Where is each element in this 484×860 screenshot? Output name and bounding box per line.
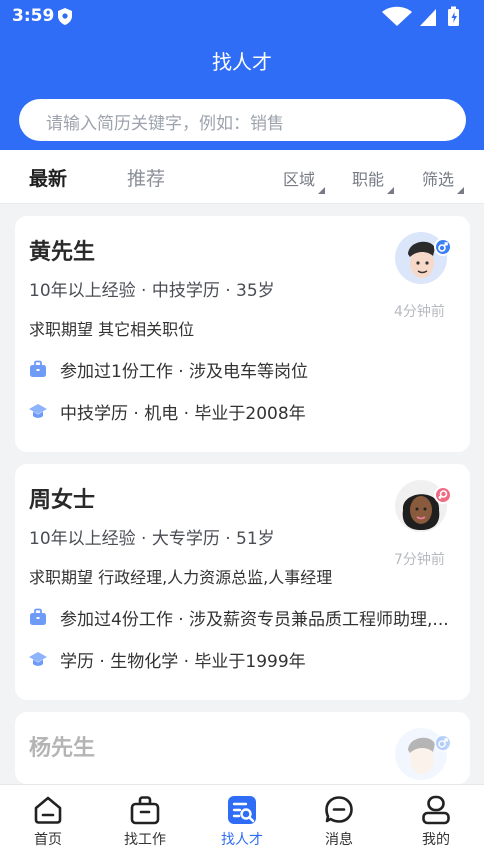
tab-latest[interactable]: 最新 [29,164,67,191]
page-title: 找人才 [212,50,272,74]
filter-region-label: 区域 [283,170,316,189]
battery-icon [448,6,459,26]
tab-messages-label: 消息 [325,832,353,848]
filter-screen[interactable]: 筛选 [422,166,465,194]
job-expectation: 求职期望 其它相关职位 [29,320,195,339]
candidate-name: 黄先生 [29,240,96,265]
briefcase-icon [30,360,46,377]
filter-bar: 最新 推荐 区域 职能 筛选 [0,150,484,204]
graduation-cap-icon [29,404,47,418]
status-icons [382,6,459,26]
tab-home-label: 首页 [34,832,62,848]
briefcase-icon [30,608,46,625]
post-time: 4分钟前 [394,304,445,320]
candidate-name: 杨先生 [29,736,96,761]
filter-region[interactable]: 区域 [283,166,326,194]
filter-function-label: 职能 [352,170,385,189]
find-talent-icon [228,796,256,824]
tab-find-talent[interactable]: 找人才 [194,785,290,860]
filter-function[interactable]: 职能 [352,166,395,194]
resume-card[interactable]: 杨先生 [15,712,470,784]
briefcase-icon [130,796,160,825]
shield-icon [58,8,72,25]
resume-card[interactable]: 黄先生 10年以上经验 · 中技学历 · 35岁 求职期望 其它相关职位 参加过… [15,216,470,452]
education: 中技学历 · 机电 · 毕业于2008年 [60,404,306,424]
tab-home[interactable]: 首页 [0,785,96,860]
status-time: 3:59 [12,6,55,26]
education: 学历 · 生物化学 · 毕业于1999年 [60,652,306,672]
status-bar: 3:59 [0,0,484,32]
candidate-name: 周女士 [29,488,96,513]
dropdown-triangle-icon [318,187,326,194]
post-time: 7分钟前 [394,552,445,568]
dropdown-triangle-icon [387,187,395,194]
tab-find-job-label: 找工作 [124,832,166,848]
candidate-summary: 10年以上经验 · 中技学历 · 35岁 [29,281,275,301]
message-icon [325,796,353,823]
wifi-icon [382,6,412,26]
user-icon [422,795,450,825]
filter-screen-label: 筛选 [422,170,455,189]
signal-icon [420,9,436,26]
female-icon [434,486,452,504]
male-icon [434,238,452,256]
tab-messages[interactable]: 消息 [291,785,387,860]
tab-mine-label: 我的 [422,832,450,848]
search-placeholder: 请输入简历关键字，例如：销售 [46,114,284,134]
work-experience: 参加过4份工作 · 涉及薪资专员兼品质工程师助理,... [60,610,449,630]
resume-card[interactable]: 周女士 10年以上经验 · 大专学历 · 51岁 求职期望 行政经理,人力资源总… [15,464,470,700]
bottom-tab-bar: 首页 找工作 找人才 消息 我的 [0,784,484,860]
tab-find-job[interactable]: 找工作 [97,785,193,860]
graduation-cap-icon [29,652,47,666]
header: 3:59 找人才 请输入简历关键字，例如：销售 [0,0,484,150]
male-icon [434,734,452,752]
work-experience: 参加过1份工作 · 涉及电车等岗位 [60,362,309,382]
candidate-summary: 10年以上经验 · 大专学历 · 51岁 [29,529,275,549]
tab-recommend[interactable]: 推荐 [127,164,165,191]
search-input[interactable]: 请输入简历关键字，例如：销售 [19,99,466,141]
job-expectation: 求职期望 行政经理,人力资源总监,人事经理 [29,568,333,587]
home-icon [34,796,62,824]
dropdown-triangle-icon [457,187,465,194]
tab-find-talent-label: 找人才 [221,832,263,848]
tab-mine[interactable]: 我的 [388,785,484,860]
